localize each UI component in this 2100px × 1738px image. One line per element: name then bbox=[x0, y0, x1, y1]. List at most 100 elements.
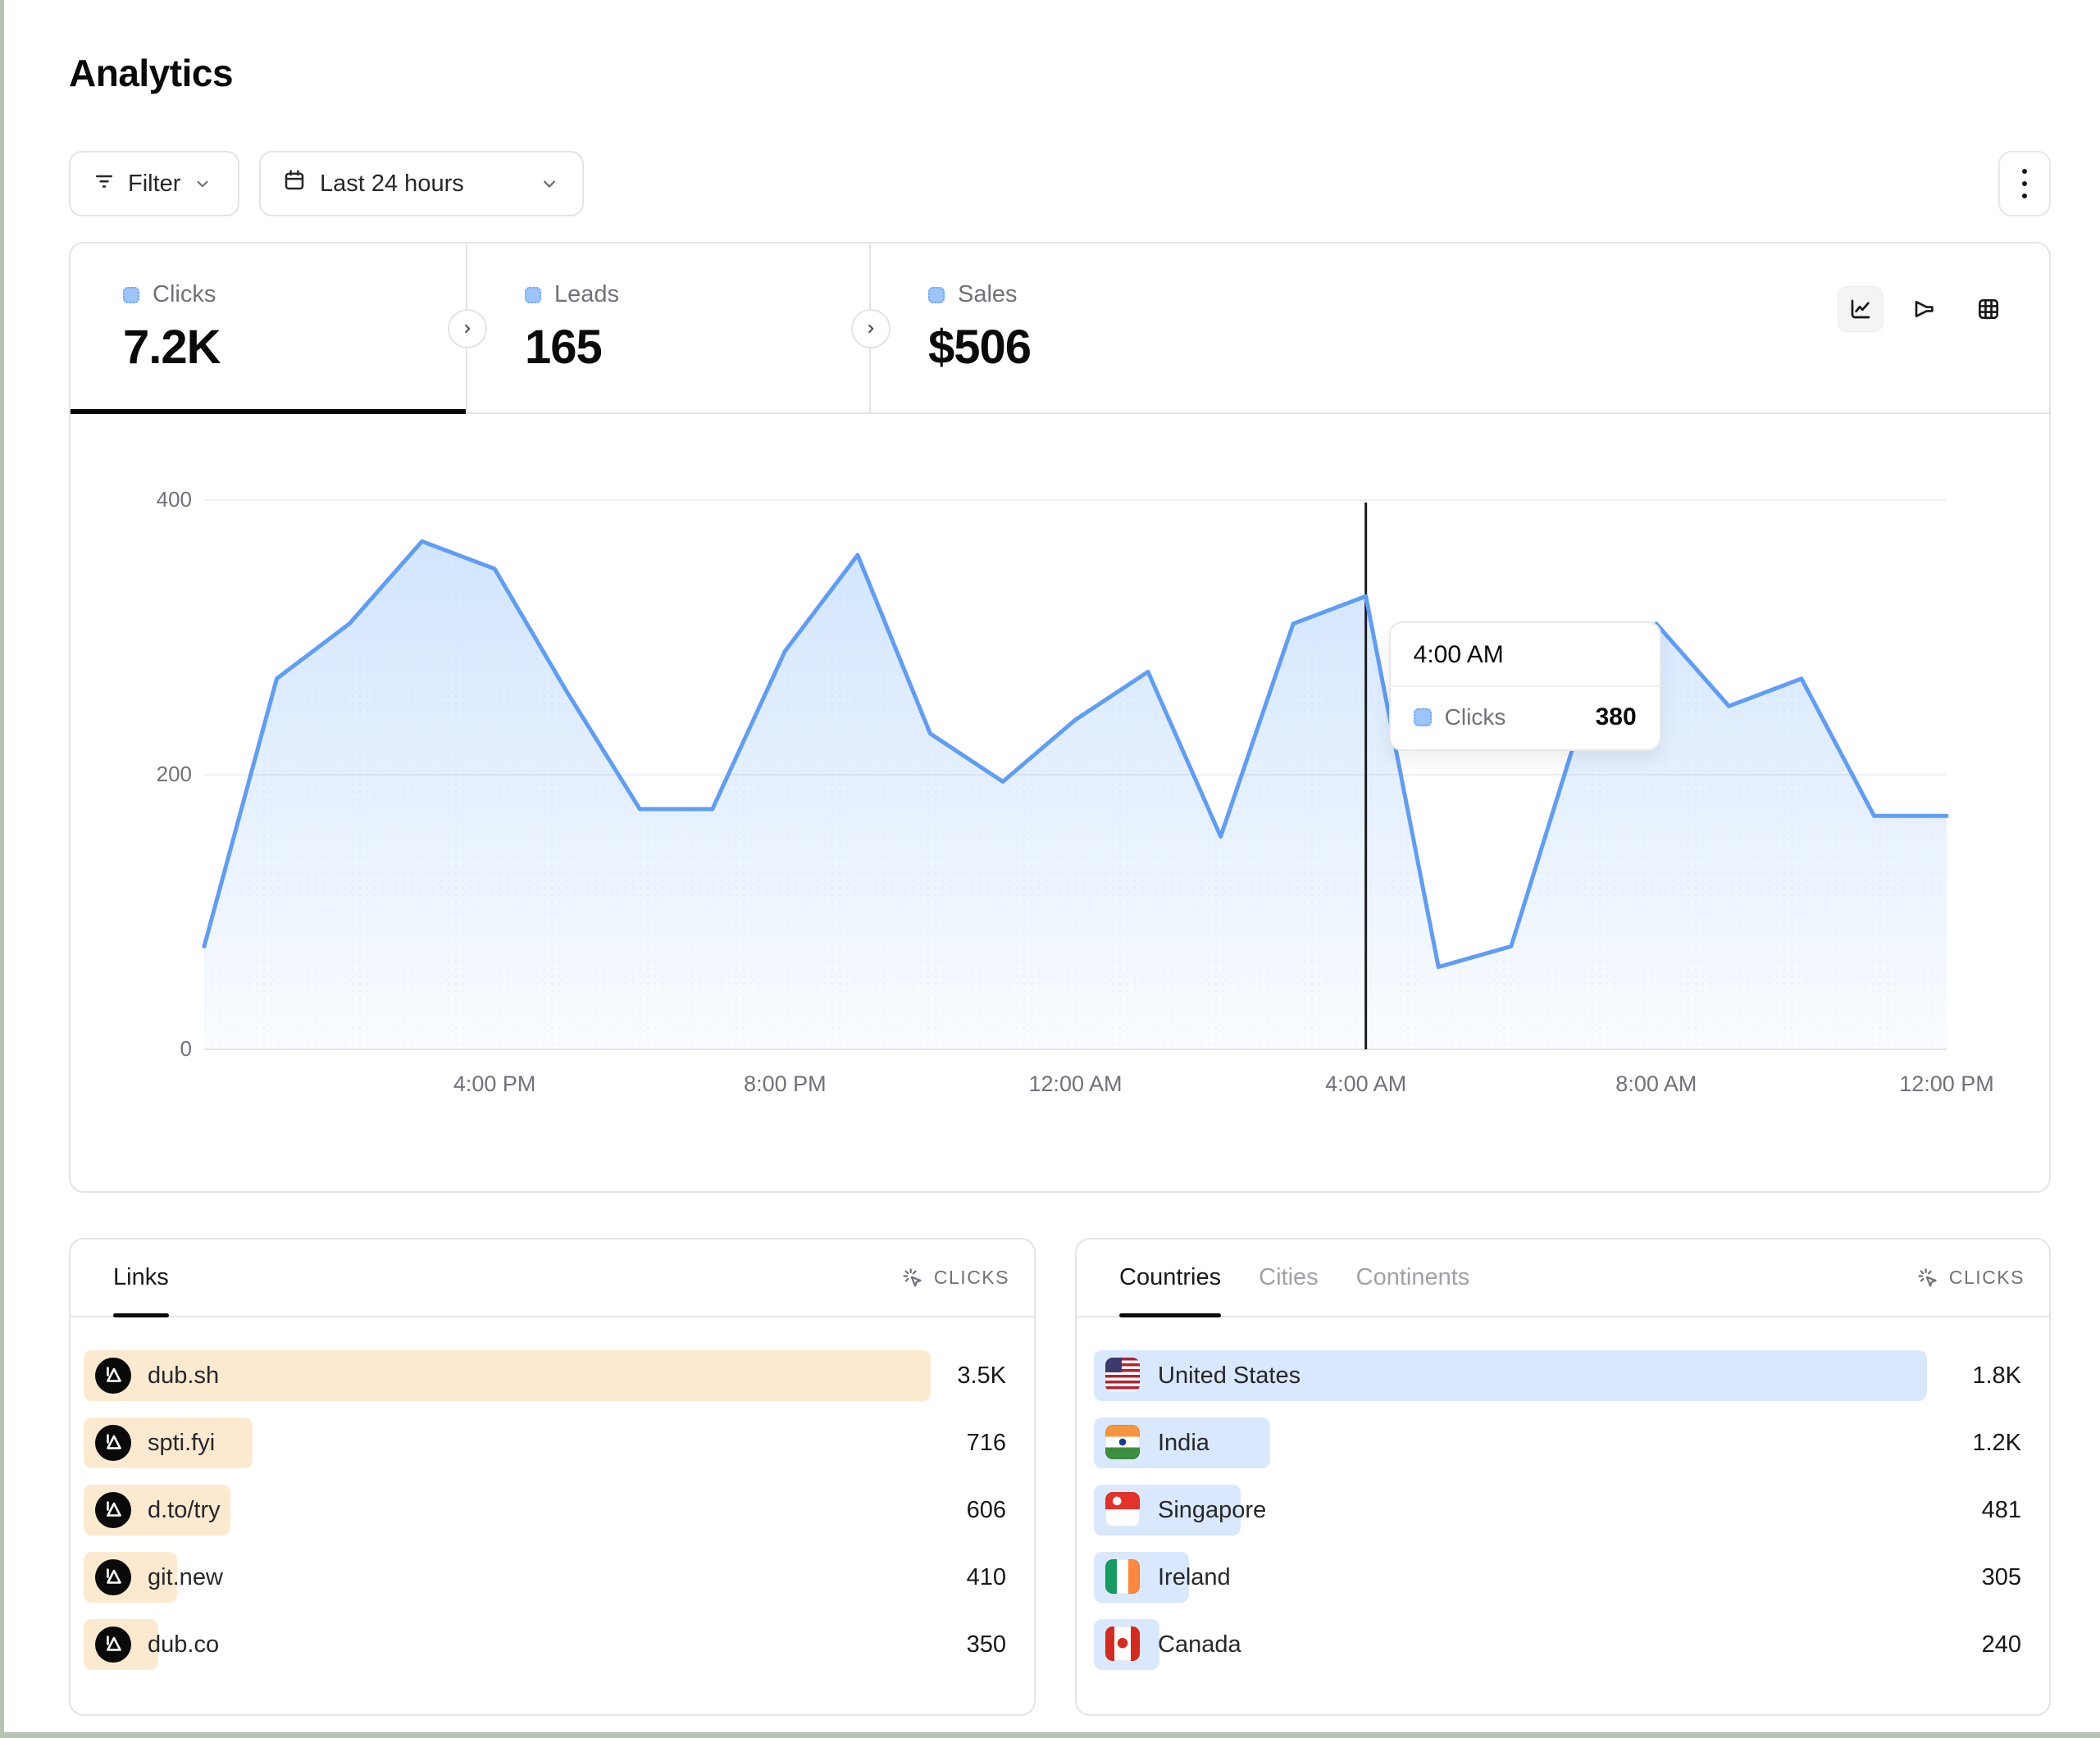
country-clicks-value: 240 bbox=[1982, 1631, 2021, 1658]
cursor-rays-icon bbox=[901, 1267, 924, 1290]
chart-tooltip: 4:00 AM Clicks 380 bbox=[1389, 621, 1661, 751]
date-range-button[interactable]: Last 24 hours bbox=[259, 151, 584, 216]
link-clicks-value: 410 bbox=[967, 1564, 1006, 1591]
link-clicks-value: 350 bbox=[967, 1631, 1006, 1658]
x-axis-tick: 4:00 PM bbox=[453, 1071, 536, 1097]
link-clicks-value: 606 bbox=[967, 1497, 1006, 1524]
link-row[interactable]: dub.co 350 bbox=[84, 1619, 1013, 1670]
geo-metric-selector[interactable]: CLICKS bbox=[1916, 1267, 2025, 1290]
country-label: India bbox=[1158, 1430, 1209, 1457]
clicks-tab-label: Clicks bbox=[153, 281, 216, 308]
countries-list: United States 1.8K India 1.2K Singapore … bbox=[1077, 1317, 2049, 1670]
country-row[interactable]: United States 1.8K bbox=[1094, 1350, 2028, 1401]
more-options-button[interactable] bbox=[1998, 151, 2051, 216]
ireland-flag-icon bbox=[1105, 1559, 1141, 1595]
tab-cities[interactable]: Cities bbox=[1259, 1240, 1319, 1316]
page-edge-left bbox=[0, 0, 4, 1738]
country-row[interactable]: Canada 240 bbox=[1094, 1619, 2028, 1670]
continents-tab-label: Continents bbox=[1356, 1264, 1470, 1291]
tooltip-series-label: Clicks bbox=[1445, 704, 1506, 730]
page-title: Analytics bbox=[69, 51, 2051, 95]
tab-continents[interactable]: Continents bbox=[1356, 1240, 1470, 1316]
chevron-right-icon bbox=[458, 320, 476, 338]
dub-logo-icon bbox=[95, 1425, 131, 1461]
tab-countries[interactable]: Countries bbox=[1119, 1240, 1221, 1316]
links-panel: Links CLICKS dub.sh 3.5K bbox=[69, 1238, 1036, 1716]
dub-logo-icon bbox=[95, 1559, 131, 1595]
leads-value: 165 bbox=[525, 320, 869, 375]
link-label: dub.co bbox=[148, 1631, 219, 1658]
tab-clicks[interactable]: Clicks 7.2K bbox=[71, 243, 467, 412]
table-view-button[interactable] bbox=[1966, 286, 2011, 332]
link-label: dub.sh bbox=[148, 1363, 219, 1390]
dub-logo-icon bbox=[95, 1358, 131, 1394]
tab-links[interactable]: Links bbox=[113, 1240, 169, 1316]
x-axis-tick: 8:00 PM bbox=[744, 1071, 827, 1097]
y-axis-tick: 400 bbox=[125, 487, 192, 512]
tooltip-time: 4:00 AM bbox=[1391, 623, 1660, 687]
links-list: dub.sh 3.5K spti.fyi 716 d.to/try 606 bbox=[71, 1317, 1034, 1670]
country-label: Canada bbox=[1158, 1631, 1241, 1658]
tab-leads[interactable]: Leads 165 bbox=[467, 243, 871, 412]
y-axis-tick: 0 bbox=[125, 1036, 192, 1062]
geo-panel-header: Countries Cities Continents CLICKS bbox=[1077, 1240, 2049, 1317]
sales-value: $506 bbox=[928, 320, 1215, 375]
cities-tab-label: Cities bbox=[1259, 1264, 1319, 1291]
country-row[interactable]: Singapore 481 bbox=[1094, 1485, 2028, 1536]
filter-button-label: Filter bbox=[128, 171, 180, 198]
us-flag-icon bbox=[1105, 1358, 1141, 1394]
links-tab-label: Links bbox=[113, 1264, 169, 1291]
x-axis-tick: 12:00 PM bbox=[1899, 1071, 1994, 1097]
stats-tab-row: Clicks 7.2K Leads 165 Sales $506 bbox=[71, 243, 2049, 414]
chart-view-switcher bbox=[1838, 286, 2011, 332]
date-range-label: Last 24 hours bbox=[320, 171, 464, 198]
link-clicks-value: 716 bbox=[967, 1430, 1006, 1457]
chevron-down-icon bbox=[192, 173, 213, 194]
country-clicks-value: 305 bbox=[1982, 1564, 2021, 1591]
line-chart-icon bbox=[1847, 296, 1874, 322]
dub-logo-icon bbox=[95, 1492, 131, 1528]
expand-clicks-button[interactable] bbox=[448, 309, 487, 348]
calendar-icon bbox=[282, 168, 307, 199]
geo-panel: Countries Cities Continents CLICKS bbox=[1075, 1238, 2051, 1716]
country-clicks-value: 1.8K bbox=[1972, 1363, 2021, 1390]
sales-tab-label: Sales bbox=[958, 281, 1018, 308]
leads-legend-swatch bbox=[525, 287, 541, 303]
clicks-legend-swatch bbox=[123, 287, 139, 303]
country-row[interactable]: Ireland 305 bbox=[1094, 1552, 2028, 1603]
tab-sales[interactable]: Sales $506 bbox=[871, 243, 1215, 412]
funnel-view-button[interactable] bbox=[1902, 286, 1947, 332]
link-row[interactable]: d.to/try 606 bbox=[84, 1485, 1013, 1536]
link-label: d.to/try bbox=[148, 1497, 221, 1524]
x-axis-tick: 12:00 AM bbox=[1028, 1071, 1122, 1097]
page-edge-bottom bbox=[0, 1732, 2100, 1738]
country-clicks-value: 1.2K bbox=[1972, 1430, 2021, 1457]
expand-leads-button[interactable] bbox=[851, 309, 891, 348]
x-axis-tick: 4:00 AM bbox=[1325, 1071, 1406, 1097]
clicks-value: 7.2K bbox=[123, 320, 466, 375]
link-row[interactable]: git.new 410 bbox=[84, 1552, 1013, 1603]
clicks-area-chart[interactable]: 400 200 0 4:00 PM 8:00 PM 12:00 AM 4:00 … bbox=[71, 414, 2049, 1191]
links-metric-selector[interactable]: CLICKS bbox=[901, 1267, 1009, 1290]
canada-flag-icon bbox=[1105, 1627, 1141, 1663]
tooltip-value: 380 bbox=[1596, 703, 1637, 731]
table-grid-icon bbox=[1975, 296, 2002, 322]
analytics-chart-card: Clicks 7.2K Leads 165 Sales $506 bbox=[69, 242, 2051, 1193]
filter-button[interactable]: Filter bbox=[69, 151, 239, 216]
link-row[interactable]: spti.fyi 716 bbox=[84, 1417, 1013, 1468]
line-chart-view-button[interactable] bbox=[1838, 286, 1884, 332]
y-axis-tick: 200 bbox=[125, 762, 192, 787]
countries-tab-label: Countries bbox=[1119, 1264, 1221, 1291]
x-axis-tick: 8:00 AM bbox=[1615, 1071, 1697, 1097]
singapore-flag-icon bbox=[1105, 1492, 1141, 1528]
chevron-right-icon bbox=[862, 320, 880, 338]
leads-tab-label: Leads bbox=[554, 281, 619, 308]
toolbar: Filter Last 24 hours bbox=[69, 151, 2051, 216]
link-row[interactable]: dub.sh 3.5K bbox=[84, 1350, 1013, 1401]
link-clicks-value: 3.5K bbox=[957, 1363, 1006, 1390]
chevron-down-icon bbox=[538, 172, 561, 195]
cursor-rays-icon bbox=[1916, 1267, 1939, 1290]
country-clicks-value: 481 bbox=[1982, 1497, 2021, 1524]
country-row[interactable]: India 1.2K bbox=[1094, 1417, 2028, 1468]
funnel-icon bbox=[1911, 296, 1938, 322]
